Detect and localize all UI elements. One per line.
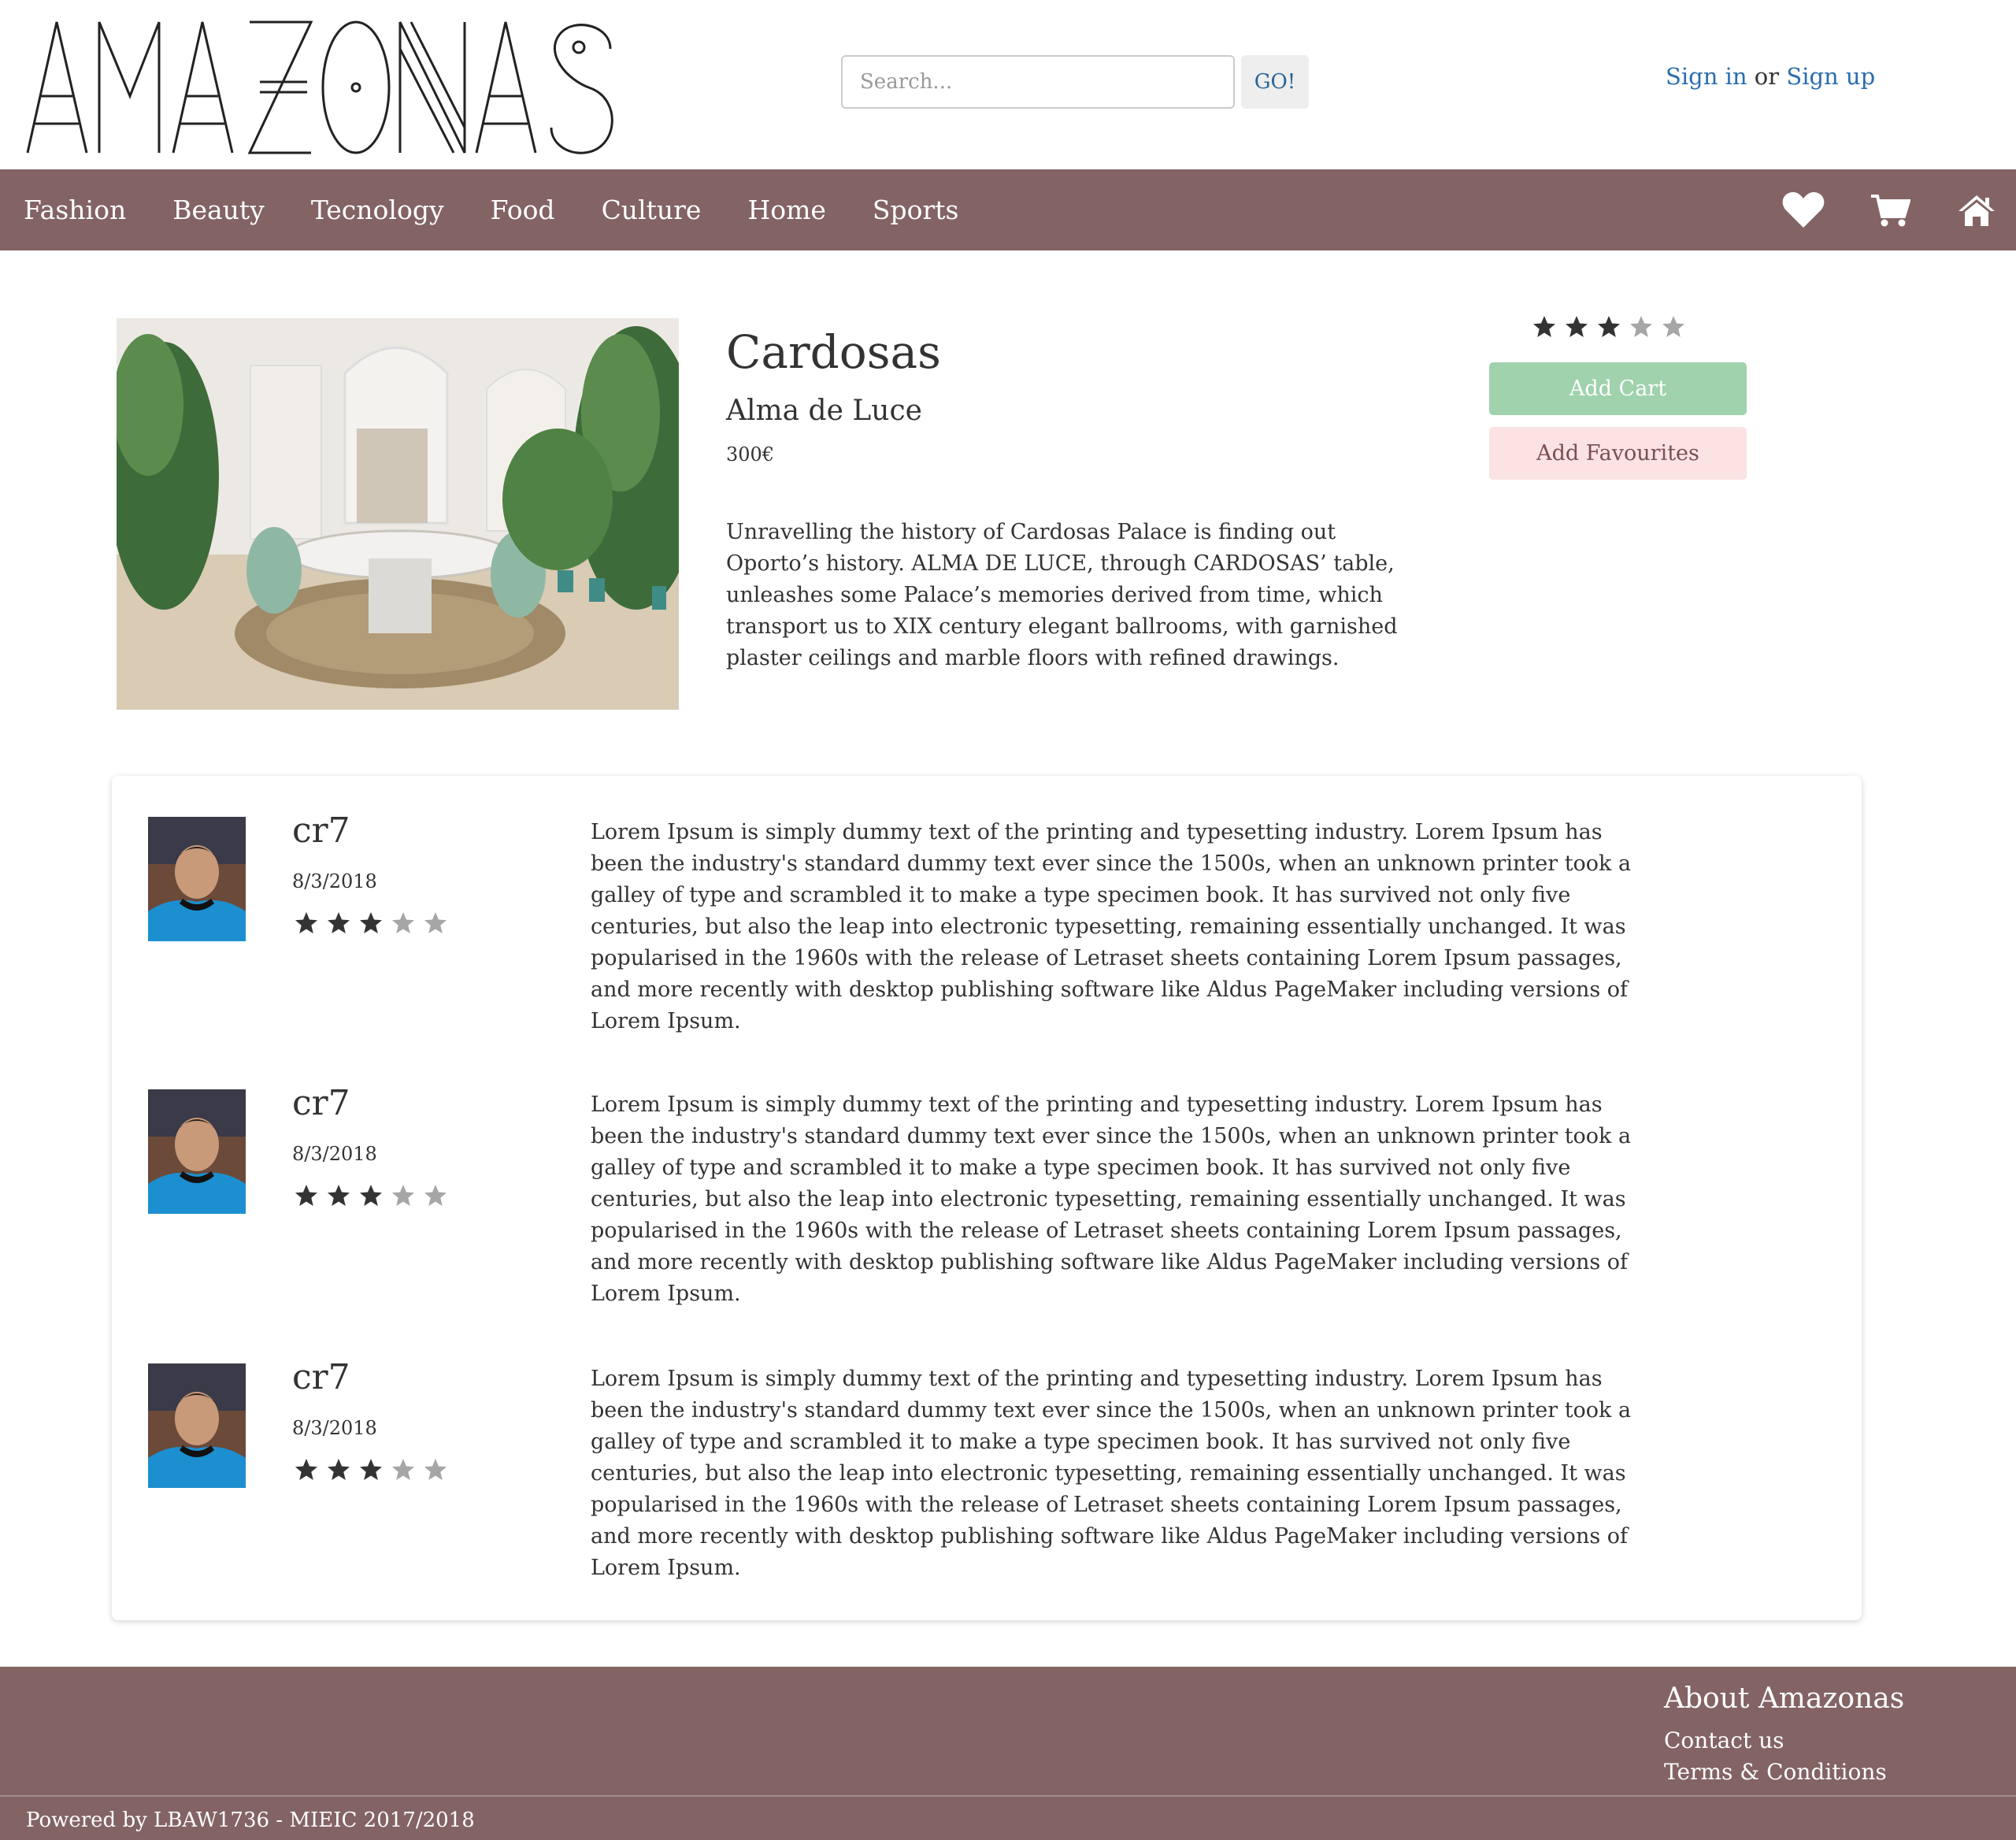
nav-item-tecnology[interactable]: Tecnology xyxy=(311,195,444,225)
star-filled-icon xyxy=(328,912,350,933)
cart-icon[interactable] xyxy=(1866,187,1914,234)
sign-in-link[interactable]: Sign in xyxy=(1666,63,1747,90)
star-empty-icon xyxy=(392,1185,414,1206)
product-image xyxy=(117,318,679,710)
star-empty-icon xyxy=(1662,316,1684,337)
heart-icon[interactable] xyxy=(1780,187,1827,234)
review-item: cr7 8/3/2018 Lorem Ipsum is simply dummy… xyxy=(112,1048,1862,1306)
star-filled-icon xyxy=(1533,316,1555,337)
reviews-panel: cr7 8/3/2018 Lorem Ipsum is simply dummy… xyxy=(112,776,1862,1620)
star-empty-icon xyxy=(424,912,447,933)
footer-divider xyxy=(0,1795,2016,1797)
nav-item-food[interactable]: Food xyxy=(491,195,555,225)
nav-item-home[interactable]: Home xyxy=(747,195,825,225)
review-date: 8/3/2018 xyxy=(292,870,377,892)
search-go-button[interactable]: GO! xyxy=(1241,55,1309,109)
sign-up-link[interactable]: Sign up xyxy=(1786,63,1875,90)
star-empty-icon xyxy=(392,1459,414,1480)
product-title: Cardosas xyxy=(726,325,941,379)
auth-or-text: or xyxy=(1754,63,1780,90)
site-footer: About Amazonas Contact us Terms & Condit… xyxy=(0,1667,2016,1840)
review-item: cr7 8/3/2018 Lorem Ipsum is simply dummy… xyxy=(112,776,1862,1033)
footer-about-title: About Amazonas xyxy=(1664,1682,1905,1715)
star-filled-icon xyxy=(360,912,382,933)
star-filled-icon xyxy=(328,1185,350,1206)
review-date: 8/3/2018 xyxy=(292,1417,377,1439)
review-rating xyxy=(295,1458,456,1482)
category-list: Fashion Beauty Tecnology Food Culture Ho… xyxy=(24,169,1006,250)
review-date: 8/3/2018 xyxy=(292,1143,377,1165)
auth-links: Sign in or Sign up xyxy=(1666,63,1875,90)
product-brand: Alma de Luce xyxy=(726,395,922,427)
review-text: Lorem Ipsum is simply dummy text of the … xyxy=(591,820,1632,1033)
star-empty-icon xyxy=(424,1185,447,1206)
review-username: cr7 xyxy=(292,1357,350,1397)
star-filled-icon xyxy=(1566,316,1588,337)
avatar xyxy=(148,1089,246,1214)
product-rating xyxy=(1532,315,1694,339)
review-text: Lorem Ipsum is simply dummy text of the … xyxy=(591,1367,1632,1580)
review-rating xyxy=(295,911,456,935)
star-filled-icon xyxy=(295,912,317,933)
site-header: GO! Sign in or Sign up xyxy=(0,0,2016,169)
nav-item-culture[interactable]: Culture xyxy=(602,195,702,225)
nav-item-fashion[interactable]: Fashion xyxy=(24,195,126,225)
star-empty-icon xyxy=(392,912,414,933)
category-navbar: Fashion Beauty Tecnology Food Culture Ho… xyxy=(0,169,2016,250)
review-text: Lorem Ipsum is simply dummy text of the … xyxy=(591,1092,1632,1306)
star-filled-icon xyxy=(295,1185,317,1206)
amazonas-logo[interactable] xyxy=(24,17,622,158)
search-input[interactable] xyxy=(841,55,1235,109)
star-empty-icon xyxy=(1630,316,1652,337)
star-empty-icon xyxy=(424,1459,447,1480)
nav-icon-group xyxy=(1780,169,2016,250)
star-filled-icon xyxy=(295,1459,317,1480)
review-username: cr7 xyxy=(292,811,350,851)
star-filled-icon xyxy=(360,1459,382,1480)
product-price: 300€ xyxy=(726,443,775,466)
home-icon[interactable] xyxy=(1953,187,2000,234)
powered-by-text: Powered by LBAW1736 - MIEIC 2017/2018 xyxy=(26,1808,475,1832)
contact-us-link[interactable]: Contact us xyxy=(1664,1727,1784,1753)
product-description: Unravelling the history of Cardosas Pala… xyxy=(726,520,1398,670)
search-form: GO! xyxy=(841,55,1309,109)
star-filled-icon xyxy=(1598,316,1620,337)
add-favourites-button[interactable]: Add Favourites xyxy=(1489,427,1747,480)
avatar xyxy=(148,1363,246,1488)
avatar xyxy=(148,817,246,941)
nav-item-sports[interactable]: Sports xyxy=(873,195,959,225)
star-filled-icon xyxy=(328,1459,350,1480)
nav-item-beauty[interactable]: Beauty xyxy=(172,195,265,225)
review-rating xyxy=(295,1184,456,1208)
add-cart-button[interactable]: Add Cart xyxy=(1489,362,1747,415)
terms-link[interactable]: Terms & Conditions xyxy=(1664,1759,1887,1785)
review-item: cr7 8/3/2018 Lorem Ipsum is simply dummy… xyxy=(112,1322,1862,1580)
review-username: cr7 xyxy=(292,1083,350,1123)
star-filled-icon xyxy=(360,1185,382,1206)
